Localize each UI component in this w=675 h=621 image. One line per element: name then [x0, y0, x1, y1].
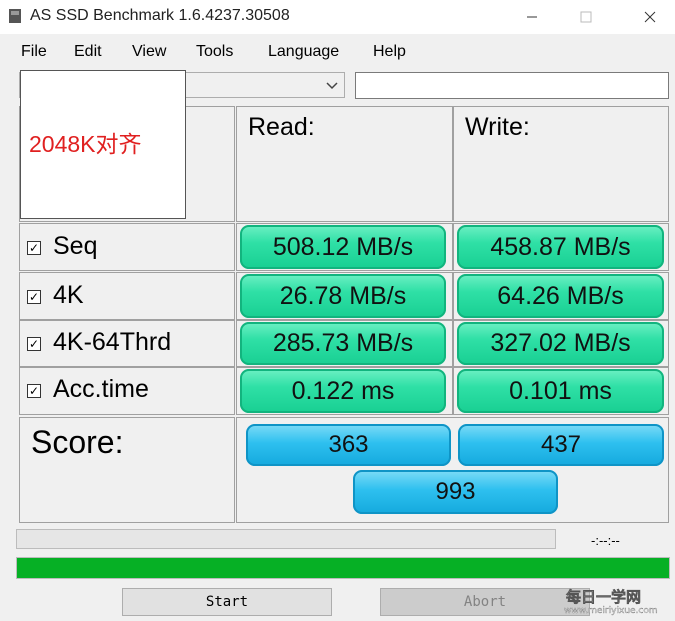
watermark-graphic: 每日一学网 www.meiriyixue.com — [564, 588, 658, 616]
4k64-read-value: 285.73 MB/s — [240, 322, 446, 365]
drive-info-field[interactable] — [355, 72, 669, 99]
score-values-cell: 363 437 993 — [236, 417, 669, 523]
seq-read-value: 508.12 MB/s — [240, 225, 446, 269]
read-header-panel: Read: — [236, 106, 453, 222]
menu-tools[interactable]: Tools — [196, 43, 233, 61]
4k-write-value: 64.26 MB/s — [457, 274, 664, 318]
minimize-button[interactable] — [507, 0, 557, 34]
score-label: Score: — [31, 424, 124, 460]
4k-checkbox[interactable]: ✓ — [27, 290, 41, 304]
score-read-value: 363 — [246, 424, 451, 466]
start-button[interactable]: Start — [122, 588, 332, 616]
score-label-cell: Score: — [19, 417, 235, 523]
acctime-read-value: 0.122 ms — [240, 369, 446, 413]
4k64-label: 4K-64Thrd — [53, 328, 172, 356]
menu-file[interactable]: File — [21, 43, 47, 61]
acctime-label: Acc.time — [53, 375, 149, 403]
write-header-panel: Write: — [453, 106, 669, 222]
chevron-down-icon — [326, 82, 338, 90]
4k64-write-cell: 327.02 MB/s — [453, 320, 669, 367]
write-header: Write: — [465, 113, 530, 141]
annotation-box: 2048K对齐 — [20, 70, 186, 219]
acctime-write-cell: 0.101 ms — [453, 367, 669, 415]
4k64-read-cell: 285.73 MB/s — [236, 320, 453, 367]
read-header: Read: — [248, 113, 315, 141]
menu-language[interactable]: Language — [268, 43, 339, 61]
annotation-text: 2048K对齐 — [29, 131, 142, 157]
4k64-write-value: 327.02 MB/s — [457, 322, 664, 365]
menu-bar: File Edit View Tools Language Help — [0, 36, 675, 66]
acctime-checkbox[interactable]: ✓ — [27, 384, 41, 398]
maximize-icon — [580, 11, 592, 23]
seq-label: Seq — [53, 232, 98, 260]
acctime-read-cell: 0.122 ms — [236, 367, 453, 415]
elapsed-time: -:--:-- — [591, 533, 620, 548]
svg-text:www.meiriyixue.com: www.meiriyixue.com — [564, 606, 658, 616]
title-bar: AS SSD Benchmark 1.6.4237.30508 — [0, 0, 675, 34]
watermark-logo: 每日一学网 www.meiriyixue.com — [555, 585, 675, 616]
seq-write-value: 458.87 MB/s — [457, 225, 664, 269]
4k-label: 4K — [53, 281, 84, 309]
window-title: AS SSD Benchmark 1.6.4237.30508 — [30, 7, 290, 24]
menu-help[interactable]: Help — [373, 43, 406, 61]
score-write-value: 437 — [458, 424, 664, 466]
seq-write-cell: 458.87 MB/s — [453, 223, 669, 271]
row-4k64-label-cell: ✓ 4K-64Thrd — [19, 320, 235, 367]
4k-read-cell: 26.78 MB/s — [236, 272, 453, 320]
acctime-write-value: 0.101 ms — [457, 369, 664, 413]
seq-read-cell: 508.12 MB/s — [236, 223, 453, 271]
row-seq-label-cell: ✓ Seq — [19, 223, 235, 271]
maximize-button[interactable] — [561, 0, 611, 34]
row-4k-label-cell: ✓ 4K — [19, 272, 235, 320]
test-progress-bar — [16, 529, 556, 549]
minimize-icon — [527, 16, 537, 18]
4k64-checkbox[interactable]: ✓ — [27, 337, 41, 351]
menu-edit[interactable]: Edit — [74, 43, 102, 61]
overall-progress-bar — [16, 557, 670, 579]
menu-view[interactable]: View — [132, 43, 166, 61]
4k-read-value: 26.78 MB/s — [240, 274, 446, 318]
close-button[interactable] — [625, 0, 675, 34]
seq-checkbox[interactable]: ✓ — [27, 241, 41, 255]
close-icon — [644, 11, 656, 23]
score-total-value: 993 — [353, 470, 558, 514]
svg-text:每日一学网: 每日一学网 — [566, 588, 641, 606]
app-icon — [9, 9, 21, 23]
row-acctime-label-cell: ✓ Acc.time — [19, 367, 235, 415]
4k-write-cell: 64.26 MB/s — [453, 272, 669, 320]
overall-progress-fill — [17, 558, 669, 578]
